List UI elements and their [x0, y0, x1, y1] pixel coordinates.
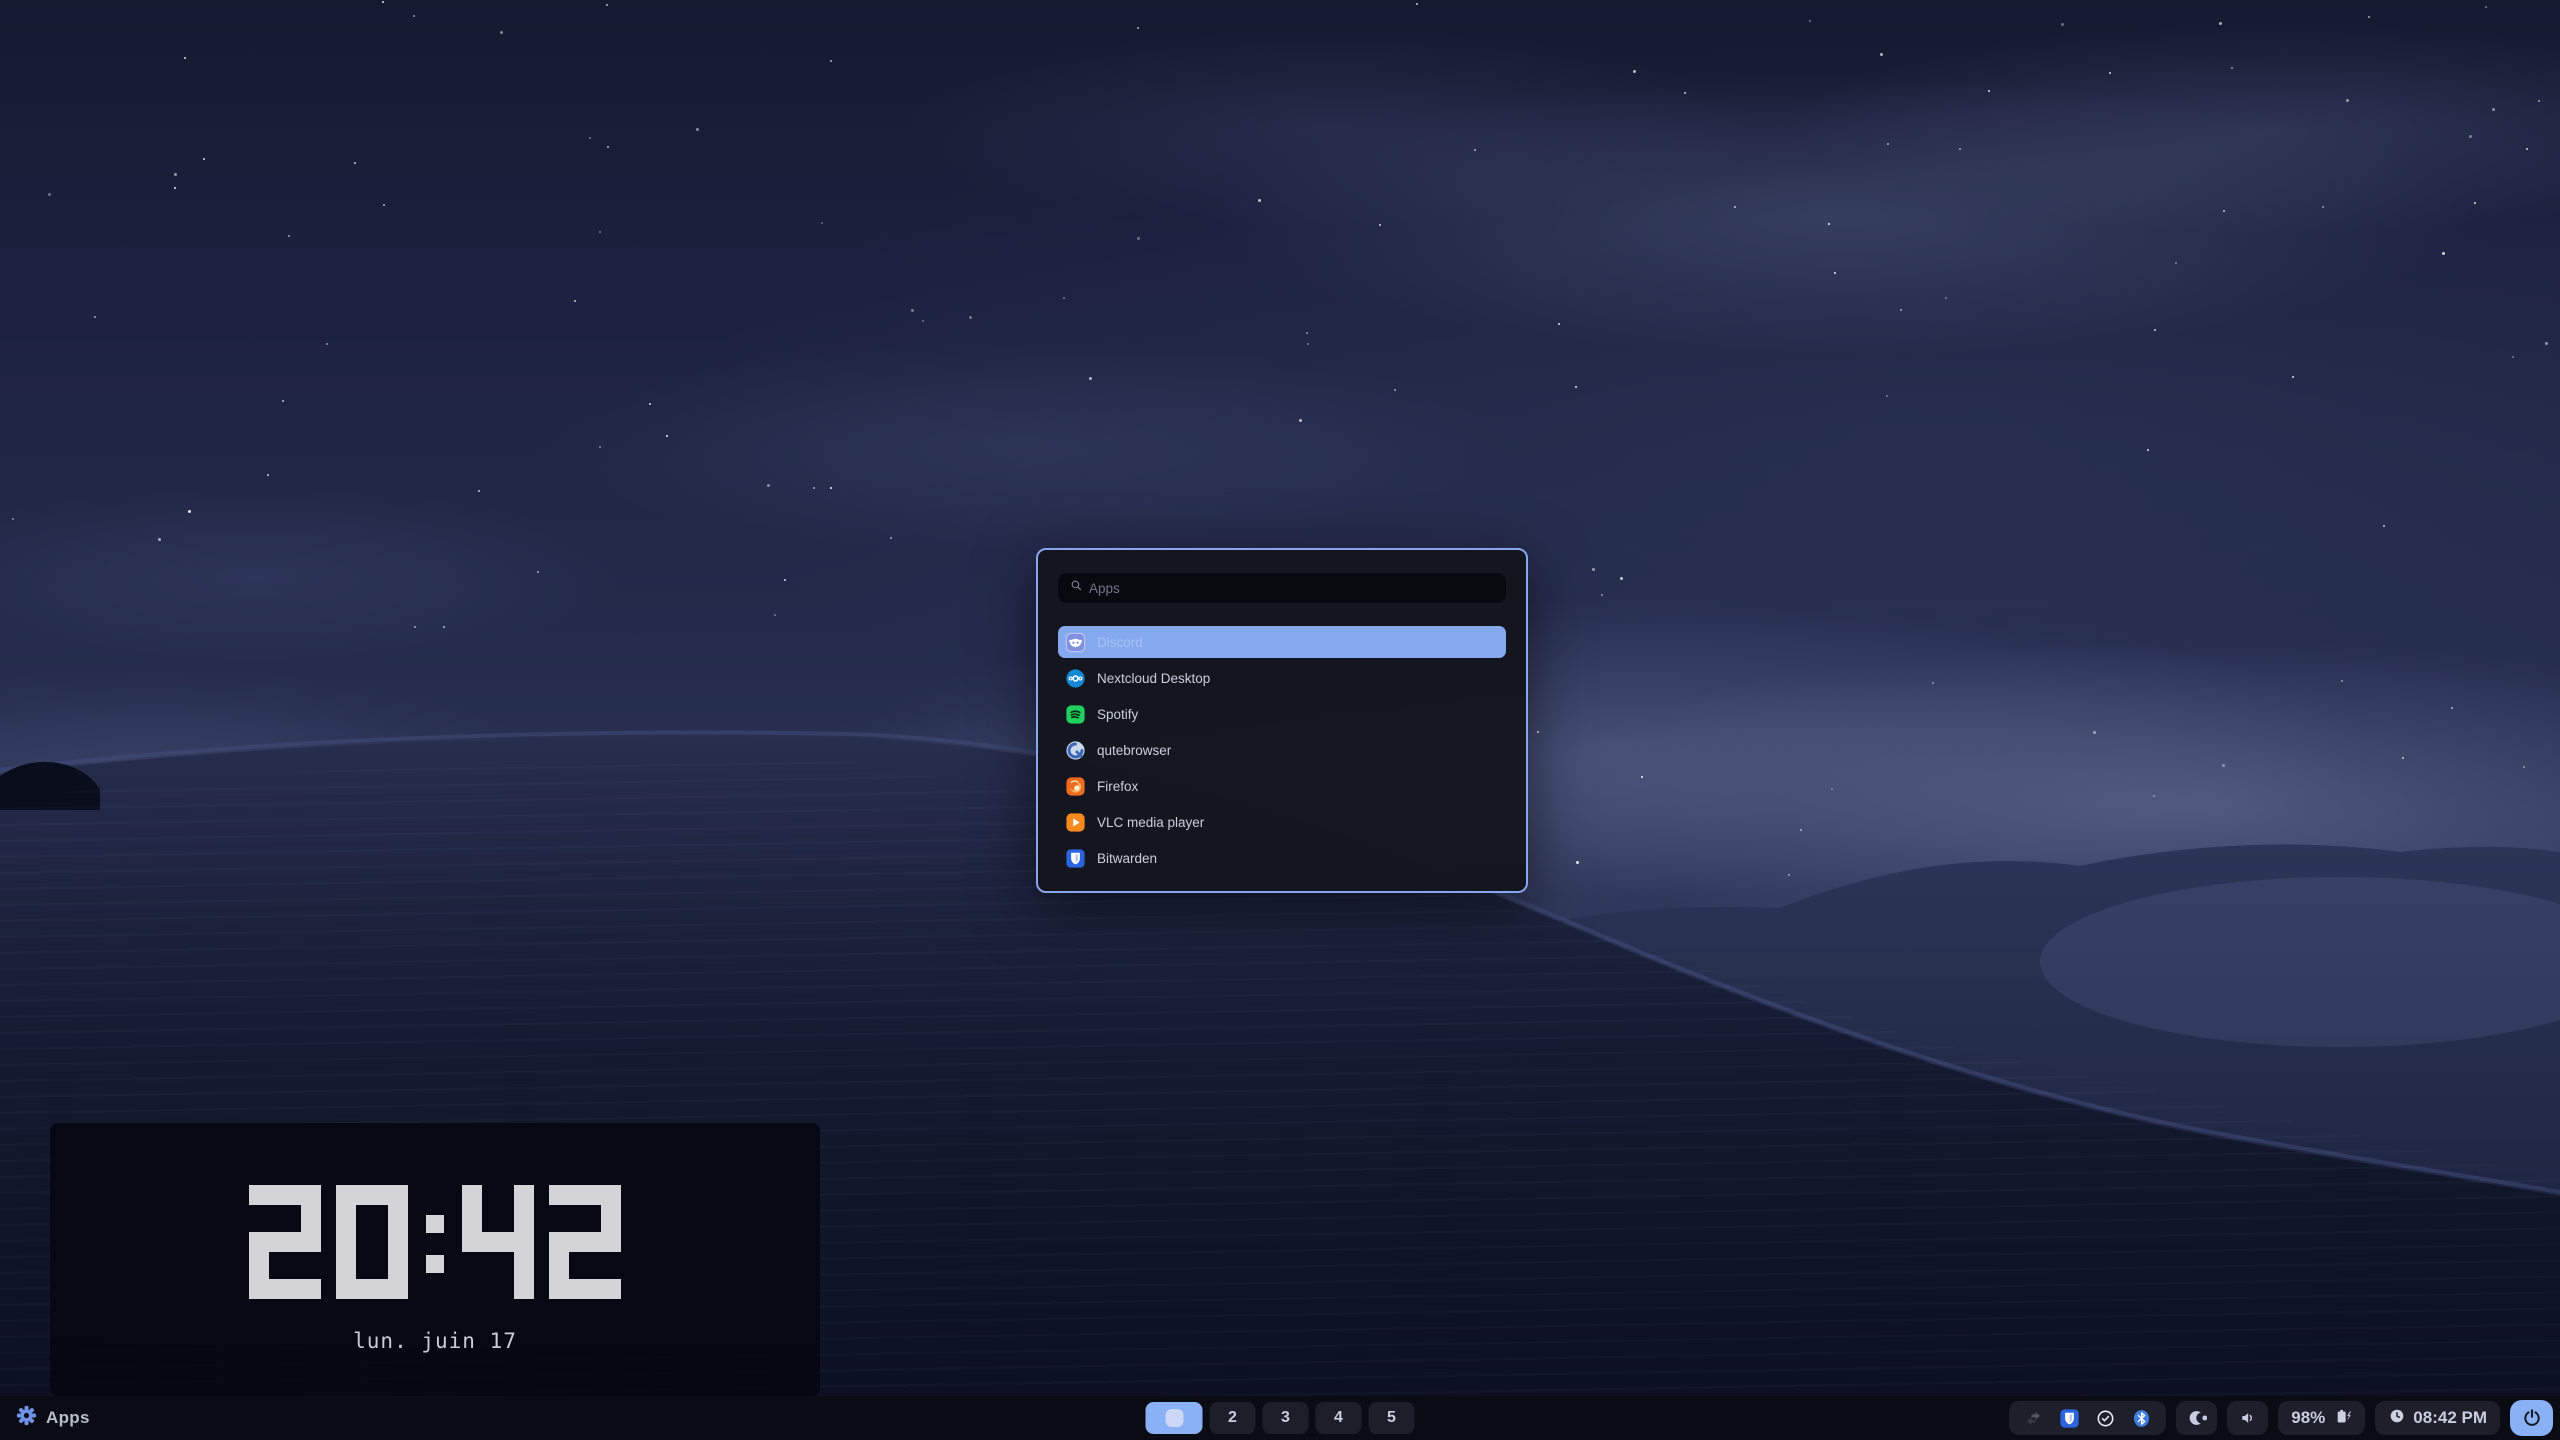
app-item-label: Spotify [1097, 707, 1138, 722]
volume-button[interactable] [2227, 1401, 2268, 1435]
app-item-firefox[interactable]: Firefox [1058, 770, 1506, 802]
bluetooth-icon[interactable] [2131, 1408, 2152, 1429]
battery-status: 98% [2278, 1401, 2365, 1435]
search-icon [1068, 577, 1085, 599]
workspace-button-2[interactable]: 2 [1210, 1402, 1256, 1434]
workspace-button-5[interactable]: 5 [1369, 1402, 1415, 1434]
workspace-button-4[interactable]: 4 [1316, 1402, 1362, 1434]
battery-percent: 98% [2291, 1408, 2325, 1428]
launcher-search-box[interactable] [1058, 573, 1506, 603]
bitwarden-icon[interactable] [2059, 1408, 2080, 1429]
app-item-vlc-media-player[interactable]: VLC media player [1058, 806, 1506, 838]
power-button[interactable] [2510, 1400, 2553, 1436]
system-tray [2009, 1401, 2166, 1435]
workspace-label: 3 [1281, 1409, 1290, 1427]
workspace-label: 4 [1334, 1409, 1343, 1427]
clock-widget: lun. juin 17 [50, 1123, 820, 1396]
app-item-nextcloud-desktop[interactable]: Nextcloud Desktop [1058, 662, 1506, 694]
digital-clock-time [249, 1185, 621, 1299]
taskbar: Apps 2 3 4 5 98% 08:42 PM [0, 1396, 2560, 1440]
app-item-qutebrowser[interactable]: qutebrowser [1058, 734, 1506, 766]
app-item-spotify[interactable]: Spotify [1058, 698, 1506, 730]
clock-time: 08:42 PM [2413, 1408, 2487, 1428]
discord-icon [1065, 632, 1086, 653]
workspace-label: 2 [1228, 1409, 1237, 1427]
bitwarden-icon [1065, 848, 1086, 869]
nextcloud-icon [1065, 668, 1086, 689]
spotify-icon [1065, 704, 1086, 725]
search-input[interactable] [1087, 580, 1496, 597]
check-circle-icon[interactable] [2095, 1408, 2116, 1429]
app-item-label: Nextcloud Desktop [1097, 671, 1210, 686]
workspace-button-3[interactable]: 3 [1263, 1402, 1309, 1434]
clock-date: lun. juin 17 [353, 1329, 517, 1353]
gear-icon [16, 1405, 37, 1431]
app-item-discord[interactable]: Discord [1058, 626, 1506, 658]
workspace-label: 5 [1387, 1409, 1396, 1427]
app-list: Discord Nextcloud Desktop Spotify qutebr… [1058, 626, 1506, 874]
app-item-label: Firefox [1097, 779, 1138, 794]
apps-label: Apps [46, 1408, 90, 1428]
app-item-label: qutebrowser [1097, 743, 1171, 758]
firefox-icon [1065, 776, 1086, 797]
app-item-bitwarden[interactable]: Bitwarden [1058, 842, 1506, 874]
workspace-switcher: 2 3 4 5 [1146, 1401, 1415, 1435]
qutebrowser-icon [1065, 740, 1086, 761]
app-item-label: Bitwarden [1097, 851, 1157, 866]
app-item-label: Discord [1097, 635, 1143, 650]
apps-menu-button[interactable]: Apps [16, 1405, 90, 1431]
night-light-button[interactable] [2176, 1401, 2217, 1435]
workspace-button-1[interactable] [1146, 1402, 1203, 1434]
battery-charging-icon [2332, 1406, 2352, 1431]
clock-status: 08:42 PM [2375, 1401, 2500, 1435]
app-launcher: Discord Nextcloud Desktop Spotify qutebr… [1036, 548, 1528, 893]
clock-icon [2388, 1407, 2406, 1430]
vlc-icon [1065, 812, 1086, 833]
active-workspace-indicator [1165, 1409, 1183, 1427]
app-item-label: VLC media player [1097, 815, 1204, 830]
transfer-arrows-icon[interactable] [2023, 1408, 2044, 1429]
